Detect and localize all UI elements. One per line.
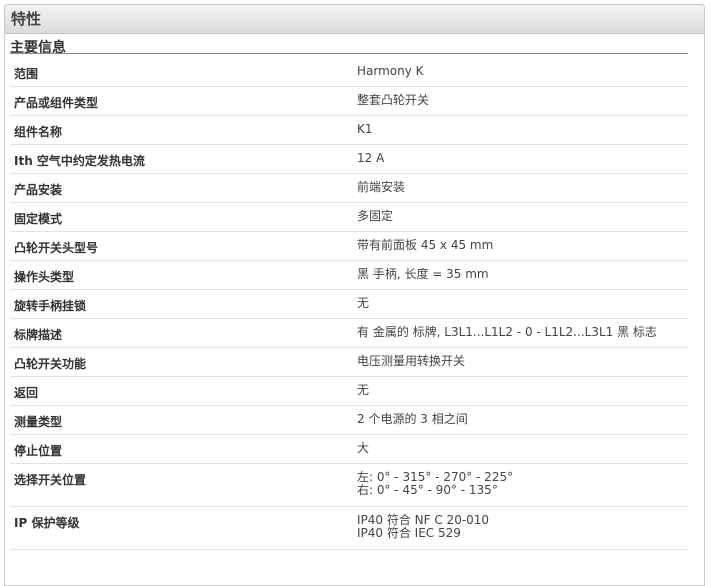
table-row: IP 保护等级 IP40 符合 NF C 20-010 IP40 符合 IEC 52… [10,506,688,550]
table-row: Ith 空气中约定发热电流 12 A [10,144,688,174]
property-name: Ith 空气中约定发热电流 [10,144,357,174]
property-value-line: 黑 手柄, 长度 = 35 mm [357,267,489,281]
panel-header: 特性 [5,5,704,34]
property-name: 测量类型 [10,405,357,435]
property-value: 前端安装 [357,173,688,203]
table-row: 产品安装 前端安装 [10,173,688,203]
property-name: 旋转手柄挂锁 [10,289,357,319]
table-row: 凸轮开关功能 电压测量用转换开关 [10,347,688,377]
property-value: 电压测量用转换开关 [357,347,688,377]
property-name: 凸轮开关功能 [10,347,357,377]
table-row: 选择开关位置 左: 0° - 315° - 270° - 225° 右: 0° - … [10,463,688,507]
table-row: 产品或组件类型 整套凸轮开关 [10,86,688,116]
table-row: 旋转手柄挂锁无 [10,289,688,319]
property-value: 左: 0° - 315° - 270° - 225° 右: 0° - 45° - … [357,463,688,507]
property-name: 范围 [10,58,357,87]
property-name: 固定模式 [10,202,357,232]
property-value: 大 [357,434,688,464]
property-value-line: 2 个电源的 3 相之间 [357,412,468,426]
property-value-line: 右: 0° - 45° - 90° - 135° [357,483,498,497]
property-name: 组件名称 [10,115,357,145]
property-value: 无 [357,376,688,406]
table-row: 操作头类型黑 手柄, 长度 = 35 mm [10,260,688,290]
properties-table: 范围 Harmony K 产品或组件类型 整套凸轮开关 组件名称 K1 Ith 空气中约定发… [10,58,688,550]
property-value-line: 多固定 [357,209,394,223]
property-value-line: 无 [357,296,370,310]
property-value-line: 带有前面板 45 x 45 mm [357,238,494,252]
property-value: 无 [357,289,688,319]
section-divider [10,53,688,54]
property-value-line: IP40 符合 IEC 529 [357,526,461,540]
table-row: 凸轮开关头型号 带有前面板 45 x 45 mm [10,231,688,261]
table-row: 停止位置大 [10,434,688,464]
property-value-line: K1 [357,122,373,136]
property-name: 返回 [10,376,357,406]
property-name: 操作头类型 [10,260,357,290]
property-name: IP 保护等级 [10,506,357,550]
property-value-line: 12 A [357,151,385,165]
property-name: 标牌描述 [10,318,357,348]
property-value-line: 无 [357,383,370,397]
property-value: 2 个电源的 3 相之间 [357,405,688,435]
property-name: 产品安装 [10,173,357,203]
property-value-line: 有 金属的 标牌, L3L1...L1L2 - 0 - L1L2...L3L1 … [357,325,657,339]
property-value-line: Harmony K [357,64,424,78]
table-row: 固定模式 多固定 [10,202,688,232]
property-name: 停止位置 [10,434,357,464]
property-name: 凸轮开关头型号 [10,231,357,261]
section-title: 主要信息 [10,40,66,56]
property-value: IP40 符合 NF C 20-010 IP40 符合 IEC 529 [357,506,688,550]
property-value: Harmony K [357,58,688,87]
property-name: 产品或组件类型 [10,86,357,116]
property-name: 选择开关位置 [10,463,357,507]
table-row: 返回无 [10,376,688,406]
table-row: 测量类型 2 个电源的 3 相之间 [10,405,688,435]
property-value: 有 金属的 标牌, L3L1...L1L2 - 0 - L1L2...L3L1 … [357,318,688,348]
property-value: 黑 手柄, 长度 = 35 mm [357,260,688,290]
property-value-line: 电压测量用转换开关 [357,354,466,368]
property-value: 12 A [357,144,688,174]
table-row: 范围 Harmony K [10,58,688,87]
table-row: 组件名称 K1 [10,115,688,145]
table-row: 标牌描述有 金属的 标牌, L3L1...L1L2 - 0 - L1L2...L… [10,318,688,348]
property-value: 带有前面板 45 x 45 mm [357,231,688,261]
property-value: 多固定 [357,202,688,232]
property-value-line: 大 [357,441,370,455]
property-value: 整套凸轮开关 [357,86,688,116]
property-value-line: 前端安装 [357,180,406,194]
property-value: K1 [357,115,688,145]
property-value-line: 整套凸轮开关 [357,93,430,107]
